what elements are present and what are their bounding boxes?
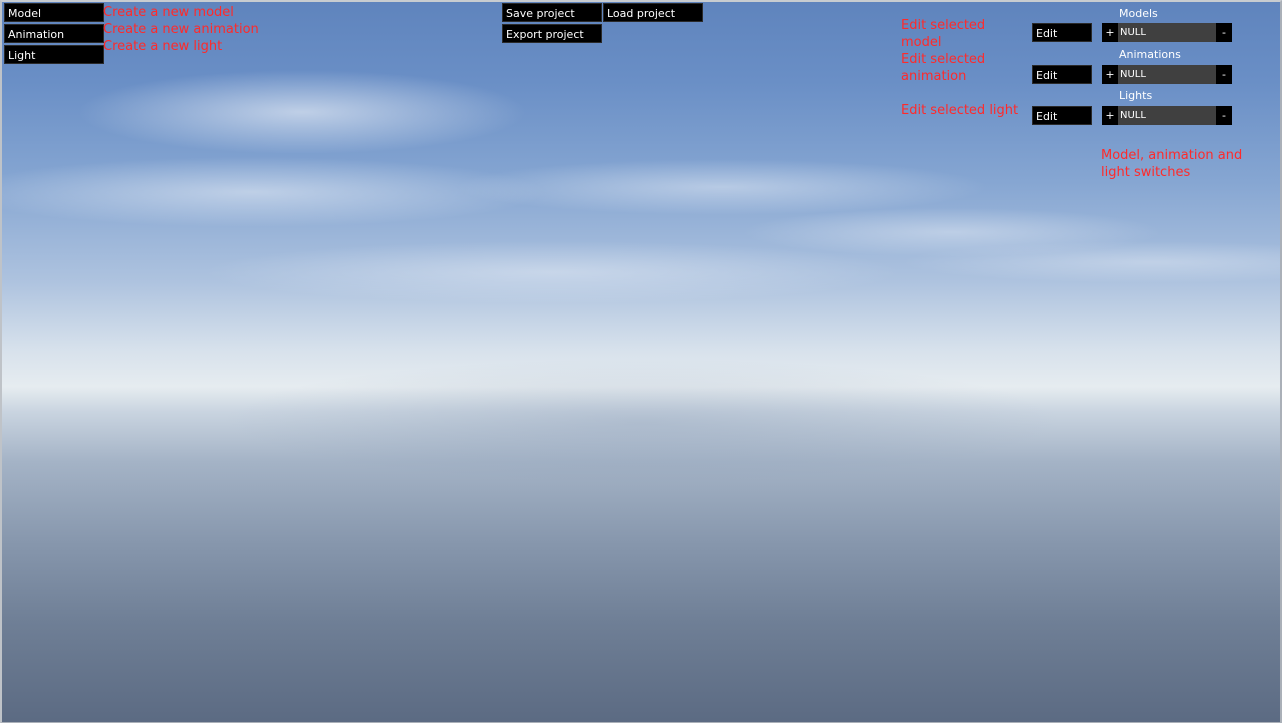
save-project-button[interactable]: Save project (502, 3, 602, 22)
skybox-viewport[interactable]: Model Animation Light Create a new model… (0, 0, 1282, 723)
edit-animation-button[interactable]: Edit (1032, 65, 1092, 84)
models-next-button[interactable]: + (1102, 23, 1118, 42)
edit-model-button[interactable]: Edit (1032, 23, 1092, 42)
load-project-button[interactable]: Load project (603, 3, 703, 22)
animations-switch: + NULL - (1102, 65, 1232, 84)
animations-prev-button[interactable]: - (1216, 65, 1232, 84)
animations-switch-label: Animations (1119, 48, 1181, 61)
create-animation-hint: Create a new animation (103, 22, 259, 37)
lights-switch: + NULL - (1102, 106, 1232, 125)
edit-light-button[interactable]: Edit (1032, 106, 1092, 125)
models-prev-button[interactable]: - (1216, 23, 1232, 42)
lights-prev-button[interactable]: - (1216, 106, 1232, 125)
animations-next-button[interactable]: + (1102, 65, 1118, 84)
new-animation-button[interactable]: Animation (4, 24, 104, 43)
create-model-hint: Create a new model (103, 5, 234, 20)
new-light-button[interactable]: Light (4, 45, 104, 64)
edit-animation-hint: Edit selected animation (901, 52, 986, 84)
edit-model-hint: Edit selected model (901, 18, 986, 50)
models-switch: + NULL - (1102, 23, 1232, 42)
lights-selected-value: NULL (1118, 106, 1216, 125)
animations-selected-value: NULL (1118, 65, 1216, 84)
lights-switch-label: Lights (1119, 89, 1153, 102)
models-switch-label: Models (1119, 7, 1158, 20)
new-model-button[interactable]: Model (4, 3, 104, 22)
create-light-hint: Create a new light (103, 39, 223, 54)
edit-light-hint: Edit selected light (901, 103, 1019, 118)
switches-hint: Model, animation and light switches (1101, 148, 1243, 180)
models-selected-value: NULL (1118, 23, 1216, 42)
lights-next-button[interactable]: + (1102, 106, 1118, 125)
export-project-button[interactable]: Export project (502, 24, 602, 43)
